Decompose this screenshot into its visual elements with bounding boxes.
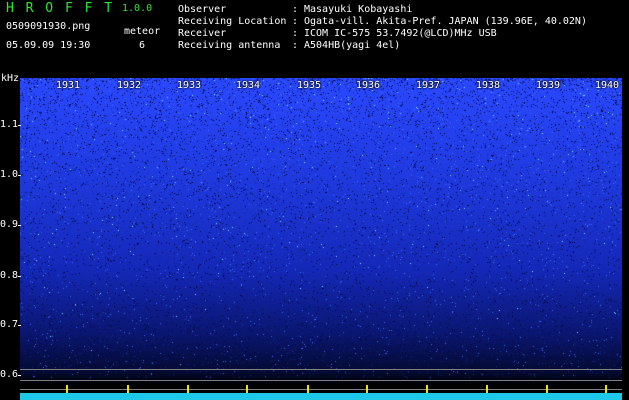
minute-label-1932: 1932: [117, 80, 142, 91]
app-version: 1.0.0: [122, 3, 153, 14]
minute-marker-1935: [307, 385, 309, 393]
minute-label-1934: 1934: [236, 80, 261, 91]
location-value: Ogata-vill. Akita-Pref. JAPAN (139.96E, …: [304, 16, 587, 27]
ytick-label: 0.8: [0, 270, 19, 281]
minute-marker-1933: [187, 385, 189, 393]
location-label: Receiving Location: [178, 16, 287, 27]
app-title: H R O F F T: [6, 1, 115, 16]
colon: :: [292, 4, 299, 15]
ytick-mark: [18, 325, 21, 326]
minute-label-1936: 1936: [356, 80, 381, 91]
reference-line: [20, 369, 622, 370]
minute-label-1939: 1939: [536, 80, 561, 91]
ytick-label: 0.9: [0, 219, 19, 230]
signal-baseline: [20, 393, 622, 400]
minute-label-1935: 1935: [297, 80, 322, 91]
reference-line: [20, 389, 622, 390]
ytick-mark: [18, 375, 21, 376]
minute-marker-1939: [546, 385, 548, 393]
minute-label-1937: 1937: [416, 80, 441, 91]
ytick-label: 1.0: [0, 169, 19, 180]
colon: :: [292, 16, 299, 27]
spectrogram: [20, 78, 622, 398]
minute-label-1933: 1933: [177, 80, 202, 91]
reference-line: [20, 380, 622, 381]
header-panel: H R O F F T 1.0.0 0509091930.png meteor …: [0, 0, 629, 78]
minute-marker-1932: [127, 385, 129, 393]
observer-value: Masayuki Kobayashi: [304, 4, 413, 15]
minute-marker-1931: [66, 385, 68, 393]
date-time: 05.09.09 19:30: [6, 40, 91, 51]
antenna-value: A504HB(yagi 4el): [304, 40, 401, 51]
minute-label-1938: 1938: [476, 80, 501, 91]
colon: :: [292, 40, 299, 51]
minute-marker-1936: [366, 385, 368, 393]
minute-label-1931: 1931: [56, 80, 81, 91]
meteor-count: 6: [139, 40, 146, 51]
ytick-label: 0.7: [0, 319, 19, 330]
receiver-value: ICOM IC-575 53.7492(@LCD)MHz USB: [304, 28, 497, 39]
ytick-mark: [18, 125, 21, 126]
colon: :: [292, 28, 299, 39]
file-name: 0509091930.png: [6, 21, 91, 32]
minute-marker-1940: [605, 385, 607, 393]
minute-marker-1938: [486, 385, 488, 393]
meteor-label: meteor: [124, 26, 161, 37]
antenna-label: Receiving antenna: [178, 40, 281, 51]
observer-label: Observer: [178, 4, 227, 15]
ytick-mark: [18, 276, 21, 277]
axis-unit-label: kHz: [1, 73, 20, 84]
ytick-label: 0.6: [0, 369, 19, 380]
minute-marker-1934: [246, 385, 248, 393]
minute-marker-1937: [426, 385, 428, 393]
minute-label-1940: 1940: [595, 80, 620, 91]
receiver-label: Receiver: [178, 28, 227, 39]
ytick-label: 1.1: [0, 119, 19, 130]
ytick-mark: [18, 225, 21, 226]
ytick-mark: [18, 175, 21, 176]
